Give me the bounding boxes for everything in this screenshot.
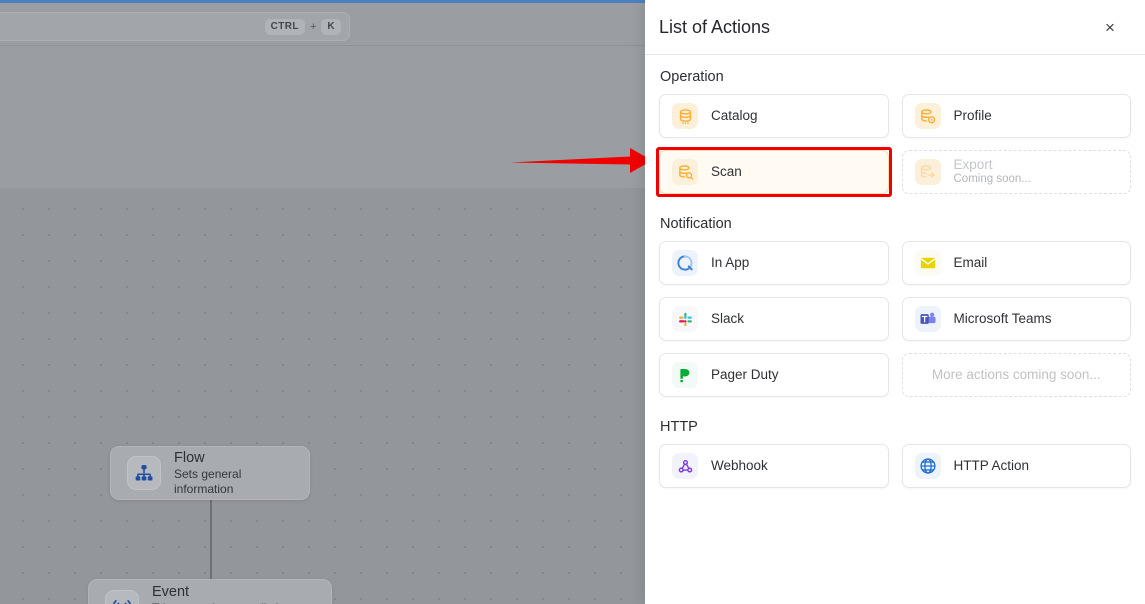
app-top-bar: Search for containers and fields CTRL + … <box>0 3 645 45</box>
close-icon[interactable]: × <box>1097 14 1123 40</box>
flow-node-title: Flow <box>174 449 205 466</box>
group-http: HTTP Webhook HTTP Action <box>659 419 1131 488</box>
action-more-coming-soon: More actions coming soon... <box>901 353 1131 397</box>
http-action-grid: Webhook HTTP Action <box>659 444 1131 488</box>
flow-node-event[interactable]: Event Triggers only manually by an user <box>88 579 332 604</box>
event-node-title: Event <box>152 583 190 600</box>
action-export-text: Export Coming soon... <box>954 157 1031 186</box>
action-webhook[interactable]: Webhook <box>659 444 889 488</box>
scan-highlight-box: Scan <box>656 147 891 197</box>
action-teams-text: Microsoft Teams <box>954 311 1052 327</box>
panel-body: Operation Catalog Profile Scan Export Co… <box>645 55 1145 604</box>
flow-canvas[interactable]: Flow Sets general information Event Trig… <box>0 46 645 604</box>
action-catalog-text: Catalog <box>711 108 758 124</box>
action-label: Pager Duty <box>711 367 779 383</box>
flow-node-subtitle: Sets general information <box>174 467 242 496</box>
action-catalog[interactable]: Catalog <box>659 94 889 138</box>
group-title-http: HTTP <box>660 419 698 435</box>
database-profile-icon <box>914 103 941 129</box>
action-in-app[interactable]: In App <box>659 241 889 285</box>
action-email-text: Email <box>954 255 988 271</box>
globe-icon <box>914 453 941 479</box>
slack-icon <box>672 306 698 332</box>
envelope-icon <box>914 250 941 276</box>
broadcast-icon <box>105 590 139 604</box>
group-title-operation: Operation <box>660 69 724 85</box>
search-placeholder: Search for containers and fields <box>0 19 265 34</box>
action-export: Export Coming soon... <box>901 150 1131 194</box>
action-label: More actions coming soon... <box>931 367 1101 383</box>
action-label: Scan <box>711 164 742 180</box>
webhook-icon <box>672 453 698 479</box>
action-label: Email <box>953 255 988 271</box>
in-app-icon <box>672 250 698 276</box>
action-webhook-text: Webhook <box>711 458 768 474</box>
action-slack[interactable]: Slack <box>659 297 889 341</box>
shortcut-plus: + <box>309 20 317 33</box>
action-label: Slack <box>711 311 745 327</box>
screen-root: Search for containers and fields CTRL + … <box>0 0 1145 604</box>
red-arrow-annotation <box>510 148 652 173</box>
flow-node-flow[interactable]: Flow Sets general information <box>110 446 310 500</box>
pagerduty-icon <box>672 362 698 388</box>
action-http-action[interactable]: HTTP Action <box>901 444 1131 488</box>
shortcut-key-ctrl: CTRL <box>264 18 305 35</box>
database-export-icon <box>914 159 941 185</box>
action-label: Export <box>953 157 993 173</box>
action-pager-duty[interactable]: Pager Duty <box>659 353 889 397</box>
action-email[interactable]: Email <box>901 241 1131 285</box>
panel-header: List of Actions × <box>645 0 1145 55</box>
group-operation: Operation Catalog Profile Scan Export Co… <box>656 69 1131 197</box>
database-scan-icon <box>672 159 698 185</box>
canvas-dot-grid <box>0 188 645 604</box>
list-of-actions-panel: List of Actions × Operation Catalog Prof… <box>645 0 1145 604</box>
action-microsoft-teams[interactable]: Microsoft Teams <box>901 297 1131 341</box>
flow-node-text: Flow Sets general information <box>174 450 293 496</box>
action-in-app-text: In App <box>711 255 749 271</box>
action-http-text: HTTP Action <box>954 458 1030 474</box>
event-node-text: Event Triggers only manually by an user <box>152 584 315 604</box>
action-label: In App <box>711 255 750 271</box>
shortcut-key-k: K <box>321 18 341 35</box>
search-input[interactable]: Search for containers and fields CTRL + … <box>0 12 350 41</box>
action-label: Profile <box>953 108 992 124</box>
search-shortcut-hint: CTRL + K <box>264 18 341 35</box>
database-icon <box>672 103 698 129</box>
action-profile[interactable]: Profile <box>901 94 1131 138</box>
group-notification: Notification In App Email Slack Microsof… <box>659 216 1131 397</box>
group-title-notification: Notification <box>660 216 732 232</box>
action-label: HTTP Action <box>953 458 1030 474</box>
action-profile-text: Profile <box>954 108 992 124</box>
action-scan-text: Scan <box>711 164 742 180</box>
page-title: List of Actions <box>659 16 771 37</box>
action-slack-text: Slack <box>711 311 744 327</box>
notification-action-grid: In App Email Slack Microsoft Teams Pager… <box>659 241 1131 397</box>
action-scan[interactable]: Scan <box>659 150 889 194</box>
action-label: Catalog <box>711 108 758 124</box>
org-chart-icon <box>127 456 161 490</box>
action-pagerduty-text: Pager Duty <box>711 367 779 383</box>
microsoft-teams-icon <box>914 306 941 332</box>
action-sublabel: Coming soon... <box>953 172 1031 185</box>
operation-action-grid: Catalog Profile Scan Export Coming soon.… <box>656 94 1131 197</box>
action-label: Webhook <box>711 458 768 474</box>
action-label: Microsoft Teams <box>953 311 1052 327</box>
